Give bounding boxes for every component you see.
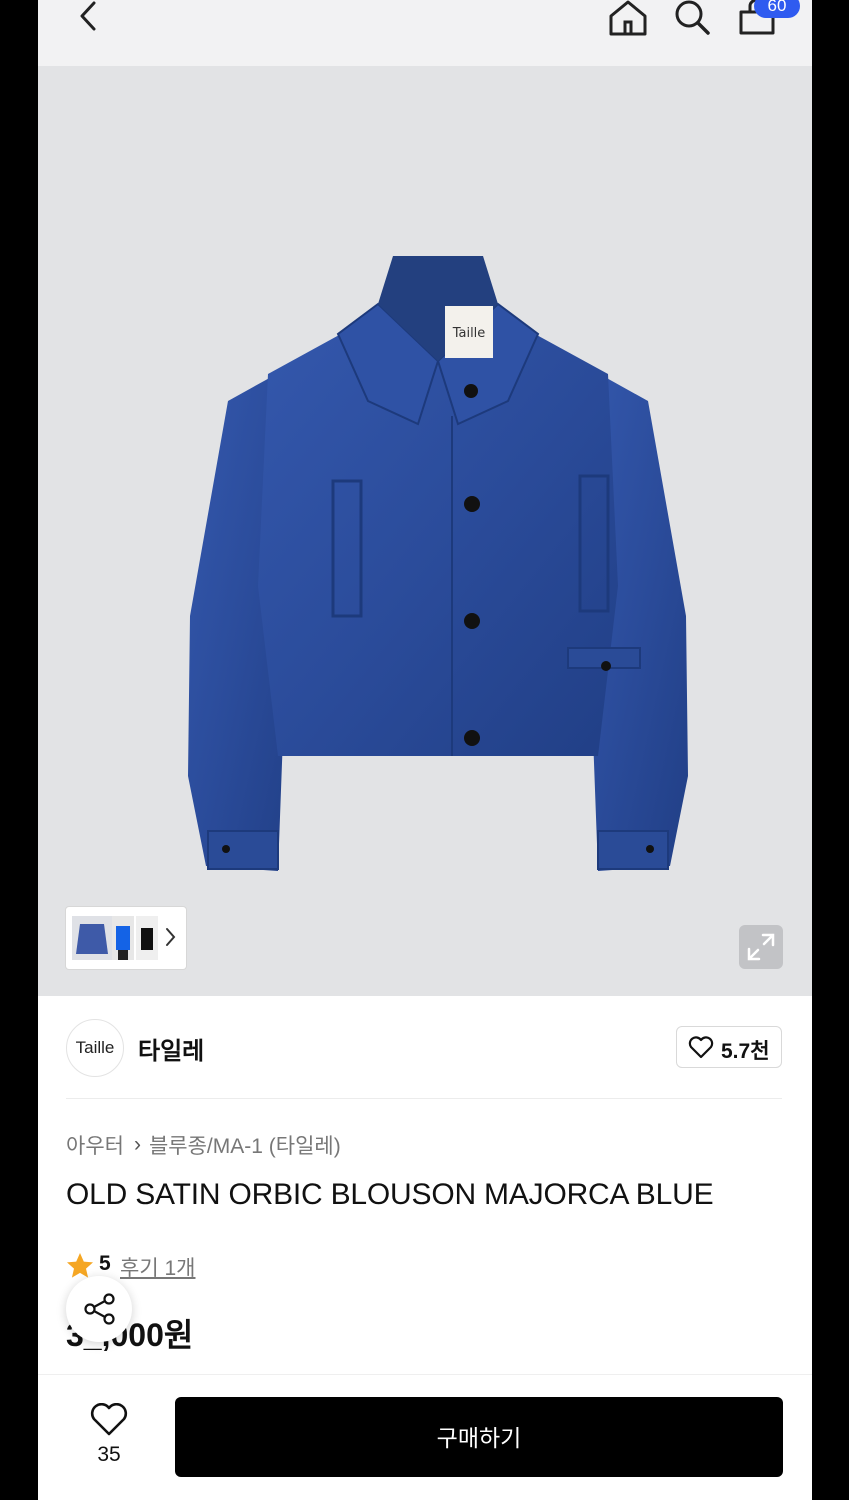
heart-outline-icon — [90, 1403, 128, 1436]
product-image-area[interactable]: Taille — [38, 66, 812, 996]
product-thumbnail-strip[interactable] — [66, 907, 186, 969]
chevron-right-icon: › — [133, 1133, 141, 1156]
home-icon — [609, 0, 647, 36]
share-icon — [84, 1293, 115, 1325]
product-detail-screen: 60 Taille Taille 타일레 5.7천 아우터 › 블루종/MA-1… — [38, 0, 812, 1500]
thumbnail-model-front[interactable] — [112, 916, 134, 960]
search-button[interactable] — [672, 0, 712, 36]
review-count-link[interactable]: 후기 1개 — [120, 1252, 195, 1282]
brand-logo[interactable]: Taille — [66, 1019, 124, 1077]
section-divider — [66, 1098, 782, 1099]
heart-outline-icon — [688, 1036, 714, 1059]
brand-like-button[interactable]: 5.7천 — [676, 1026, 782, 1068]
breadcrumb-item-blouson[interactable]: 블루종/MA-1 (타일레) — [149, 1135, 341, 1158]
wishlist-button[interactable]: 35 — [78, 1399, 140, 1479]
thumbnail-model-back[interactable] — [136, 916, 158, 960]
brand-like-count: 5.7천 — [721, 1040, 770, 1063]
breadcrumb: 아우터 › 블루종/MA-1 (타일레) — [66, 1130, 341, 1160]
expand-icon — [747, 933, 775, 961]
product-jacket-image: Taille — [188, 256, 688, 871]
home-button[interactable] — [608, 0, 648, 36]
chevron-right-icon — [166, 928, 176, 946]
share-button[interactable] — [66, 1276, 132, 1342]
thumbnail-flat-jacket[interactable] — [72, 916, 112, 960]
svg-text:Taille: Taille — [452, 326, 486, 341]
back-button[interactable] — [74, 0, 104, 36]
star-icon — [67, 1253, 93, 1278]
product-title: OLD SATIN ORBIC BLOUSON MAJORCA BLUE — [66, 1178, 714, 1211]
rating-value: 5 — [99, 1252, 111, 1275]
search-icon — [675, 0, 710, 35]
breadcrumb-item-outer[interactable]: 아우터 — [66, 1135, 124, 1158]
top-navigation-bar: 60 — [38, 0, 812, 66]
bottom-action-bar: 35 구매하기 — [38, 1374, 812, 1500]
expand-image-button[interactable] — [739, 925, 783, 969]
cart-count-badge: 60 — [754, 0, 800, 18]
chevron-left-icon — [80, 1, 96, 31]
buy-button[interactable]: 구매하기 — [175, 1397, 783, 1477]
brand-name[interactable]: 타일레 — [138, 1031, 204, 1066]
wishlist-count: 35 — [97, 1443, 121, 1466]
